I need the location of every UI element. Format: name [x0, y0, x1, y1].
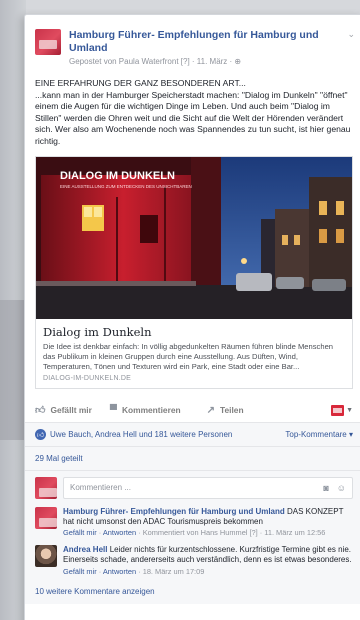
post-header: Hamburg Führer- Empfehlungen für Hamburg…	[25, 15, 360, 66]
facebook-post-card: Hamburg Führer- Empfehlungen für Hamburg…	[24, 14, 360, 620]
page-flag-icon	[331, 404, 345, 416]
background-edge	[0, 0, 26, 620]
post-text-body: ...kann man in der Hamburger Speichersta…	[35, 89, 351, 146]
comment-button[interactable]: ▀ Kommentieren	[110, 405, 181, 416]
comment-author[interactable]: Hamburg Führer- Empfehlungen für Hamburg…	[63, 507, 285, 516]
likes-summary: 👍︎ Uwe Bauch, Andrea Hell und 181 weiter…	[25, 423, 360, 447]
comment-item: Hamburg Führer- Empfehlungen für Hamburg…	[25, 503, 360, 541]
caret-down-icon: ▼	[346, 406, 353, 414]
emoji-icon[interactable]: ☺	[337, 483, 346, 493]
comment-like-link[interactable]: Gefällt mir	[63, 528, 97, 537]
comment-composer: Kommentieren ... ◙ ☺	[25, 471, 360, 503]
like-badge-icon: 👍︎	[35, 428, 46, 440]
image-sign-text: DIALOG IM DUNKELN	[60, 170, 175, 182]
link-info[interactable]: Dialog im Dunkeln Die Idee ist denkbar e…	[36, 319, 352, 388]
background-shade	[0, 300, 26, 440]
link-preview[interactable]: DIALOG IM DUNKELN EINE AUSSTELLUNG ZUM E…	[35, 155, 353, 389]
post-text-headline: EINE ERFAHRUNG DER GANZ BESONDEREN ART..…	[35, 78, 246, 88]
post-meta: Gepostet von Paula Waterfront [?] · 11. …	[69, 57, 355, 66]
page-name-link[interactable]: Hamburg Führer- Empfehlungen für Hamburg…	[69, 29, 355, 55]
commenter-avatar	[35, 476, 57, 499]
comment-input-placeholder: Kommentieren ...	[70, 483, 131, 493]
post-as-selector[interactable]: ▼	[331, 404, 353, 416]
image-sign-subtext: EINE AUSSTELLUNG ZUM ENTDECKEN DES UNSIC…	[60, 184, 192, 189]
share-button-label: Teilen	[220, 405, 244, 416]
comment-input[interactable]: Kommentieren ... ◙ ☺	[63, 476, 353, 499]
speech-bubble-icon: ▀	[109, 404, 117, 416]
likes-names[interactable]: Uwe Bauch, Andrea Hell und 181 weitere P…	[50, 430, 232, 439]
chevron-down-icon[interactable]: ⌄	[347, 29, 355, 40]
comment-item: Andrea Hell Leider nichts für kurzentsch…	[25, 541, 360, 579]
comment-reply-link[interactable]: Antworten	[103, 567, 136, 576]
post-actions: 👍︎ Gefällt mir ▀ Kommentieren ↗ Teilen ▼	[25, 389, 360, 423]
comment-author-avatar[interactable]	[35, 506, 57, 529]
page-avatar[interactable]	[35, 29, 61, 55]
post-date[interactable]: [?] · 11. März ·	[179, 57, 235, 66]
comment-body: Andrea Hell Leider nichts für kurzentsch…	[63, 545, 353, 577]
comment-timestamp: · 18. März um 17:09	[136, 566, 205, 576]
comment-timestamp: · Kommentiert von Hans Hummel [?] · 11. …	[136, 528, 326, 538]
posted-by[interactable]: Gepostet von Paula Waterfront	[69, 57, 179, 66]
camera-icon[interactable]: ◙	[323, 483, 328, 493]
link-description: Die Idee ist denkbar einfach: In völlig …	[43, 341, 334, 371]
comment-reply-link[interactable]: Antworten	[103, 528, 136, 537]
share-count[interactable]: 29 Mal geteilt	[25, 447, 360, 471]
comment-author[interactable]: Andrea Hell	[63, 545, 107, 554]
feedback-section: 👍︎ Uwe Bauch, Andrea Hell und 181 weiter…	[25, 422, 360, 604]
share-arrow-icon: ↗	[206, 404, 215, 416]
link-preview-image[interactable]: DIALOG IM DUNKELN EINE AUSSTELLUNG ZUM E…	[36, 156, 352, 319]
comment-body: Hamburg Führer- Empfehlungen für Hamburg…	[63, 507, 353, 539]
thumbs-up-icon: 👍︎	[35, 405, 46, 417]
comment-meta: Gefällt mir · Antworten · 18. März um 17…	[63, 566, 205, 576]
post-header-text: Hamburg Führer- Empfehlungen für Hamburg…	[69, 29, 355, 66]
comment-like-link[interactable]: Gefällt mir	[63, 567, 97, 576]
like-button-label: Gefällt mir	[50, 405, 92, 416]
post-message: EINE ERFAHRUNG DER GANZ BESONDEREN ART..…	[25, 66, 360, 148]
link-domain: DIALOG-IM-DUNKELN.DE	[43, 374, 132, 382]
globe-icon: ⊕	[234, 57, 242, 66]
link-title[interactable]: Dialog im Dunkeln	[43, 325, 345, 339]
comment-author-avatar[interactable]	[35, 544, 57, 567]
comment-meta: Gefällt mir · Antworten · Kommentiert vo…	[63, 528, 326, 538]
more-comments-link[interactable]: 10 weitere Kommentare anzeigen	[25, 579, 360, 604]
comment-text: Leider nichts für kurzentschlossene. Kur…	[63, 544, 352, 565]
share-button[interactable]: ↗ Teilen	[207, 405, 244, 416]
comment-button-label: Kommentieren	[121, 405, 181, 416]
like-button[interactable]: 👍︎ Gefällt mir	[35, 404, 92, 416]
comment-sort-dropdown[interactable]: Top-Kommentare ▾	[285, 430, 353, 439]
